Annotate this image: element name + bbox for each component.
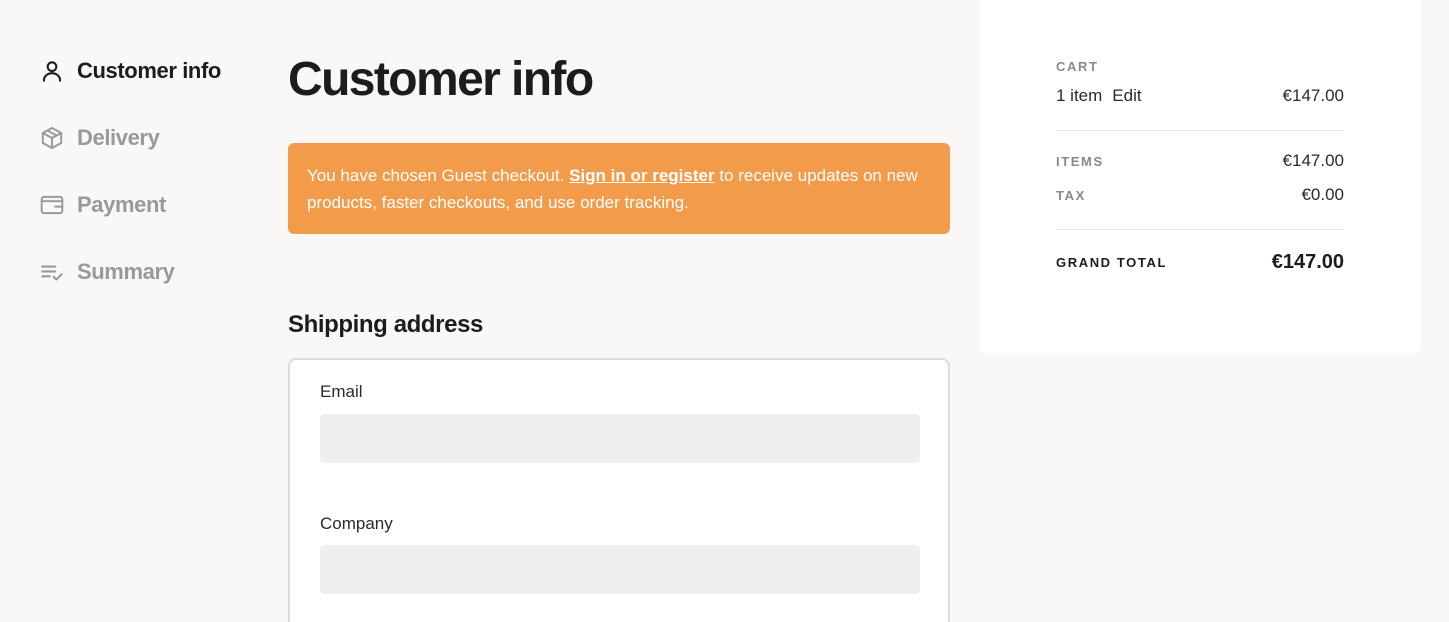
company-label: Company xyxy=(320,514,393,533)
step-label: Payment xyxy=(77,192,166,217)
notice-text-prefix: You have chosen Guest checkout. xyxy=(307,166,570,185)
company-field[interactable] xyxy=(320,545,920,594)
cart-summary-panel: CART 1 item Edit €147.00 ITEMS €147.00 TA… xyxy=(980,0,1421,353)
tax-label: TAX xyxy=(1056,187,1086,203)
cart-items-info: 1 item Edit xyxy=(1056,86,1142,106)
step-label: Summary xyxy=(77,259,175,284)
grand-total-value: €147.00 xyxy=(1271,251,1344,273)
step-label: Customer info xyxy=(77,58,221,83)
guest-checkout-notice: You have chosen Guest checkout. Sign in … xyxy=(288,143,950,234)
checkout-steps-nav: Customer info Delivery Payment Summary xyxy=(38,54,268,322)
cart-caption: CART xyxy=(1056,59,1099,74)
tax-value: €0.00 xyxy=(1301,185,1344,204)
sign-in-register-link[interactable]: Sign in or register xyxy=(569,166,714,185)
tax-row: TAX €0.00 xyxy=(1056,185,1344,205)
checkout-page: Customer info Delivery Payment Summary C… xyxy=(0,0,1449,622)
items-value: €147.00 xyxy=(1282,151,1344,170)
cart-total-value: €147.00 xyxy=(1282,86,1344,105)
user-icon xyxy=(38,57,66,85)
box-icon xyxy=(38,124,66,152)
shipping-address-form: Email Company xyxy=(288,358,950,622)
grand-total-row: GRAND TOTAL €147.00 xyxy=(1056,251,1344,274)
step-customer-info[interactable]: Customer info xyxy=(38,54,268,88)
shipping-address-title: Shipping address xyxy=(288,311,483,338)
step-payment[interactable]: Payment xyxy=(38,188,268,222)
step-delivery[interactable]: Delivery xyxy=(38,121,268,155)
email-label: Email xyxy=(320,382,363,401)
cart-items-row: 1 item Edit €147.00 xyxy=(1056,86,1344,106)
divider xyxy=(1056,130,1344,131)
email-field[interactable] xyxy=(320,414,920,463)
step-summary[interactable]: Summary xyxy=(38,255,268,289)
step-label: Delivery xyxy=(77,125,160,150)
cart-item-count: 1 item xyxy=(1056,86,1103,105)
grand-total-label: GRAND TOTAL xyxy=(1056,255,1167,270)
list-check-icon xyxy=(38,258,66,286)
items-row: ITEMS €147.00 xyxy=(1056,151,1344,171)
divider xyxy=(1056,229,1344,230)
wallet-icon xyxy=(38,191,66,219)
items-label: ITEMS xyxy=(1056,153,1104,169)
page-title: Customer info xyxy=(288,53,594,106)
edit-cart-link[interactable]: Edit xyxy=(1112,86,1141,105)
